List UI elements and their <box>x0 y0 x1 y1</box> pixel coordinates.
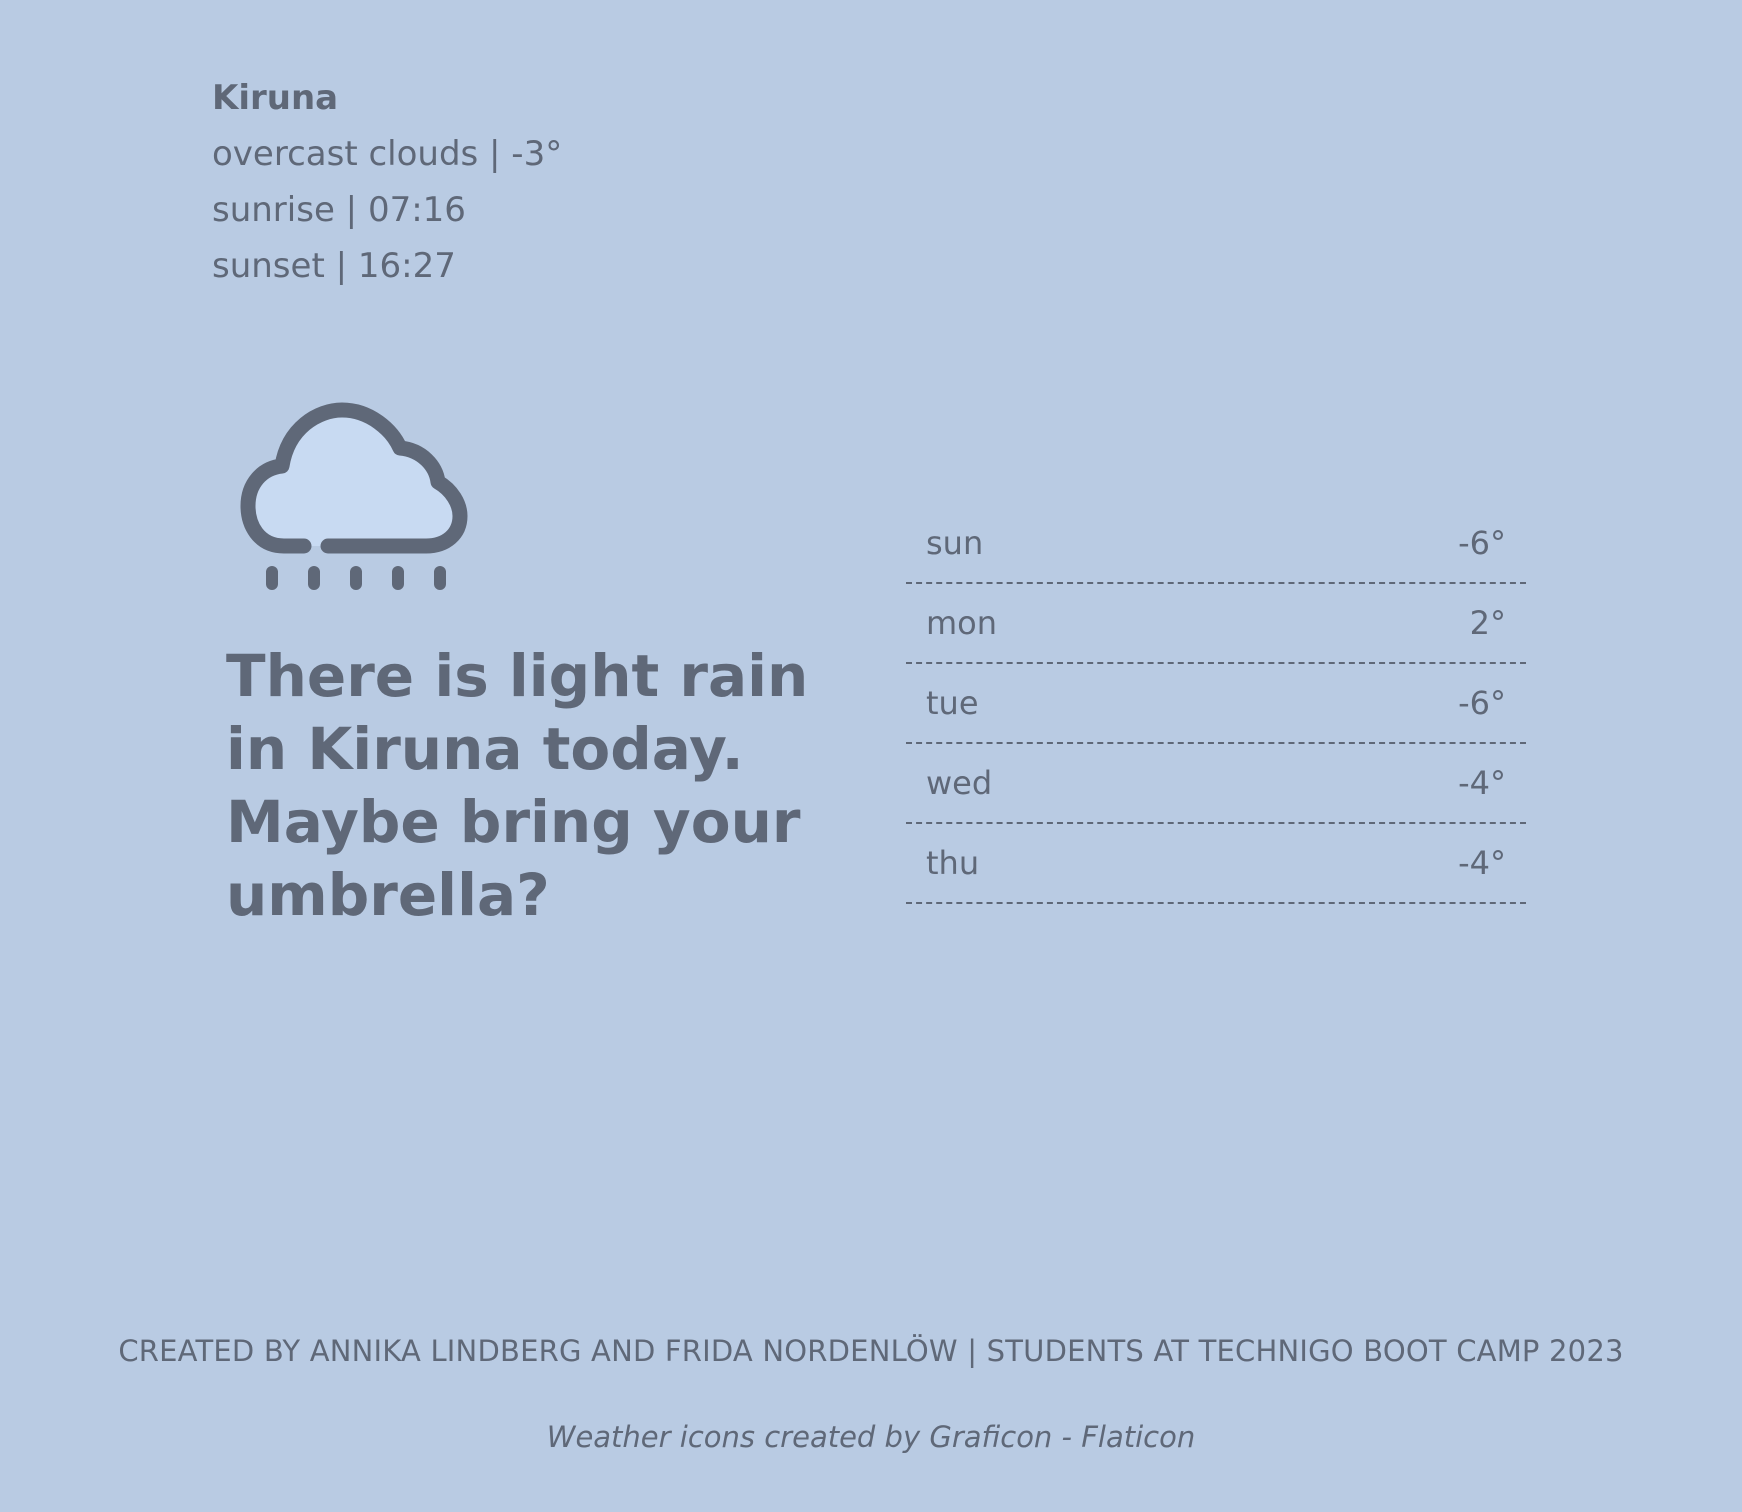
forecast-row: wed -4° <box>906 744 1526 824</box>
icons-credit: Weather icons created by Graficon - Flat… <box>546 1420 1196 1454</box>
sunrise-time: sunrise | 07:16 <box>212 190 466 230</box>
forecast-temp: -4° <box>1458 764 1506 802</box>
sunset-time: sunset | 16:27 <box>212 246 456 286</box>
forecast-day: tue <box>926 684 979 722</box>
forecast-temp: -6° <box>1458 524 1506 562</box>
forecast-list: sun -6° mon 2° tue -6° wed -4° thu -4° <box>906 504 1526 904</box>
forecast-row: sun -6° <box>906 504 1526 584</box>
forecast-temp: -4° <box>1458 844 1506 882</box>
forecast-row: thu -4° <box>906 824 1526 904</box>
current-weather-info: Kiruna overcast clouds | -3° sunrise | 0… <box>212 70 562 294</box>
forecast-day: wed <box>926 764 993 802</box>
forecast-day: thu <box>926 844 980 882</box>
rain-cloud-icon <box>240 396 472 596</box>
footer-credit: CREATED BY ANNIKA LINDBERG AND FRIDA NOR… <box>118 1334 1624 1368</box>
forecast-temp: 2° <box>1469 604 1506 642</box>
weather-headline: There is light rain in Kiruna today. May… <box>226 642 809 929</box>
city-name: Kiruna <box>212 78 339 118</box>
forecast-day: sun <box>926 524 984 562</box>
forecast-row: tue -6° <box>906 664 1526 744</box>
description-temp: overcast clouds | -3° <box>212 134 563 174</box>
forecast-row: mon 2° <box>906 584 1526 664</box>
forecast-day: mon <box>926 604 998 642</box>
forecast-temp: -6° <box>1458 684 1506 722</box>
